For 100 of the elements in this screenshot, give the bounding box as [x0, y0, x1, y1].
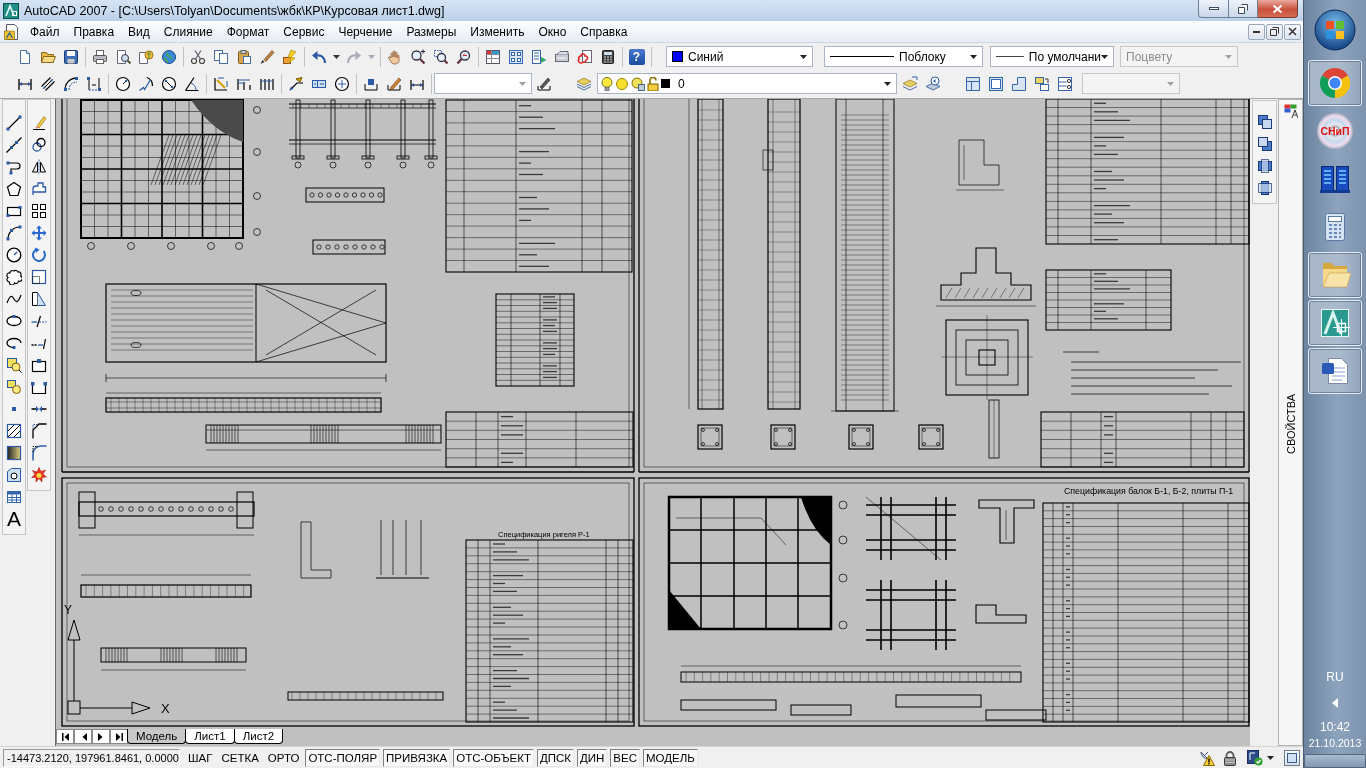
circle-icon[interactable] [6, 247, 22, 263]
status-toggle[interactable]: ДПСК [536, 748, 574, 767]
status-toggle[interactable]: ВЕС [610, 748, 640, 767]
color-dropdown[interactable]: Синий [666, 46, 813, 67]
ordinate-dimension-icon[interactable] [85, 75, 102, 92]
layer-arrow-icon[interactable] [924, 75, 941, 92]
block-lightning-icon[interactable] [281, 48, 298, 65]
array-grid-icon[interactable] [31, 203, 47, 219]
sheet-stack-icon[interactable] [553, 48, 570, 65]
chamfer-icon[interactable] [31, 423, 47, 439]
ellipse-icon[interactable] [6, 313, 22, 329]
property-grid-icon[interactable] [484, 48, 501, 65]
minimize-button[interactable] [1248, 23, 1265, 40]
zoom-window-icon[interactable] [432, 48, 449, 65]
status-toggle[interactable]: МОДЕЛЬ [643, 748, 698, 767]
caret-icon[interactable] [332, 54, 340, 59]
jogged-radius-icon[interactable] [137, 75, 154, 92]
cloud-icon[interactable] [6, 269, 22, 285]
angular-dimension-icon[interactable] [183, 75, 200, 92]
minimize-button[interactable] [1198, 0, 1229, 18]
status-toggle[interactable]: ОТС-ОБЪЕКТ [453, 748, 534, 767]
status-toggle[interactable]: ОРТО [264, 748, 303, 767]
linetype-dropdown[interactable]: Поблоку [824, 46, 983, 67]
next-tab-button[interactable] [92, 729, 110, 744]
cloud-markup-icon[interactable] [576, 48, 593, 65]
block-icon[interactable] [6, 379, 22, 395]
palette-title[interactable]: СВОЙСТВА [1284, 394, 1297, 454]
start-orb-icon[interactable] [1314, 9, 1356, 51]
menu-item[interactable]: Файл [23, 22, 67, 41]
clean-screen-button[interactable] [1284, 749, 1300, 766]
status-toggle[interactable]: ДИН [577, 748, 608, 767]
ellipse-arc-icon[interactable] [6, 335, 22, 351]
last-tab-button[interactable] [110, 729, 128, 744]
layout-tab[interactable]: Лист1 [185, 729, 235, 744]
layout-tab[interactable]: Лист2 [233, 729, 284, 744]
layer-stack-icon[interactable] [901, 75, 918, 92]
overlapping-rectangles-icon[interactable] [1256, 158, 1273, 174]
rotate-arrow-icon[interactable] [31, 247, 47, 263]
frame-arrow-icon[interactable] [1033, 75, 1050, 92]
triangle-left-icon[interactable] [1332, 698, 1338, 708]
calculator-icon[interactable] [599, 48, 616, 65]
tile-logo-icon[interactable] [3, 2, 19, 19]
taskbar-button[interactable]: СНиП [1308, 108, 1362, 154]
frame-circles-icon[interactable] [1056, 75, 1073, 92]
status-toggle[interactable]: ОТС-ПОЛЯР [305, 748, 381, 767]
text-button[interactable]: A [7, 508, 21, 530]
status-toggle[interactable]: СЕТКА [218, 748, 262, 767]
scale-icon[interactable] [31, 269, 47, 285]
status-toggle[interactable]: ШАГ [185, 748, 216, 767]
break-icon[interactable] [31, 379, 47, 395]
dimension-brush-icon[interactable] [535, 75, 552, 92]
padlock-icon[interactable] [1222, 749, 1238, 766]
copy-pages-icon[interactable] [212, 48, 229, 65]
break-point-icon[interactable] [31, 357, 47, 373]
printer-icon[interactable] [91, 48, 108, 65]
diameter-dimension-icon[interactable] [160, 75, 177, 92]
offset-icon[interactable] [31, 181, 47, 197]
help-button[interactable]: ? [628, 48, 645, 65]
menu-item[interactable]: Черчение [331, 22, 400, 41]
taskbar-button[interactable] [1308, 60, 1362, 106]
taskbar-button[interactable] [1308, 300, 1362, 346]
table-icon[interactable] [6, 489, 22, 505]
radius-dimension-icon[interactable] [114, 75, 131, 92]
nested-square-icon[interactable] [987, 75, 1004, 92]
close-button[interactable] [1258, 0, 1298, 18]
center-mark-icon[interactable] [333, 75, 350, 92]
clipboard-icon[interactable] [235, 48, 252, 65]
first-tab-button[interactable] [56, 729, 74, 744]
gradient-icon[interactable] [6, 445, 22, 461]
globe-icon[interactable] [160, 48, 177, 65]
arc-length-icon[interactable] [62, 75, 79, 92]
document-check-icon[interactable] [1247, 749, 1263, 766]
layer-stack-icon[interactable] [575, 75, 592, 92]
restore-button[interactable] [1266, 23, 1283, 40]
scissors-icon[interactable] [189, 48, 206, 65]
show-desktop-button[interactable] [1304, 754, 1366, 768]
menu-item[interactable]: Размеры [399, 22, 464, 41]
zoom-previous-icon[interactable] [455, 48, 472, 65]
status-toggle[interactable]: ПРИВЯЗКА [383, 748, 451, 767]
menu-item[interactable]: Сервис [276, 22, 332, 41]
menu-item[interactable]: Правка [66, 22, 122, 41]
arc-icon[interactable] [6, 225, 22, 241]
undo-arrow-icon[interactable] [310, 48, 327, 65]
grid-panel-icon[interactable] [507, 48, 524, 65]
palette-icon[interactable] [1283, 104, 1298, 118]
pentagon-icon[interactable] [6, 181, 22, 197]
layout-tab[interactable]: Модель [127, 729, 187, 744]
line-icon[interactable] [6, 115, 22, 131]
brush-icon[interactable] [258, 48, 275, 65]
move-arrows-icon[interactable] [31, 225, 47, 241]
document-circle-icon[interactable] [137, 48, 154, 65]
rectangle-icon[interactable] [6, 203, 22, 219]
construction-line-icon[interactable] [6, 137, 22, 153]
hatch-icon[interactable] [6, 423, 22, 439]
stacked-squares-icon[interactable] [1256, 136, 1273, 152]
menu-item[interactable]: Изменить [463, 22, 532, 41]
stacked-squares-icon[interactable] [1256, 114, 1273, 130]
quick-dimension-icon[interactable] [212, 75, 229, 92]
fillet-icon[interactable] [31, 445, 47, 461]
document-arrow-icon[interactable] [530, 48, 547, 65]
